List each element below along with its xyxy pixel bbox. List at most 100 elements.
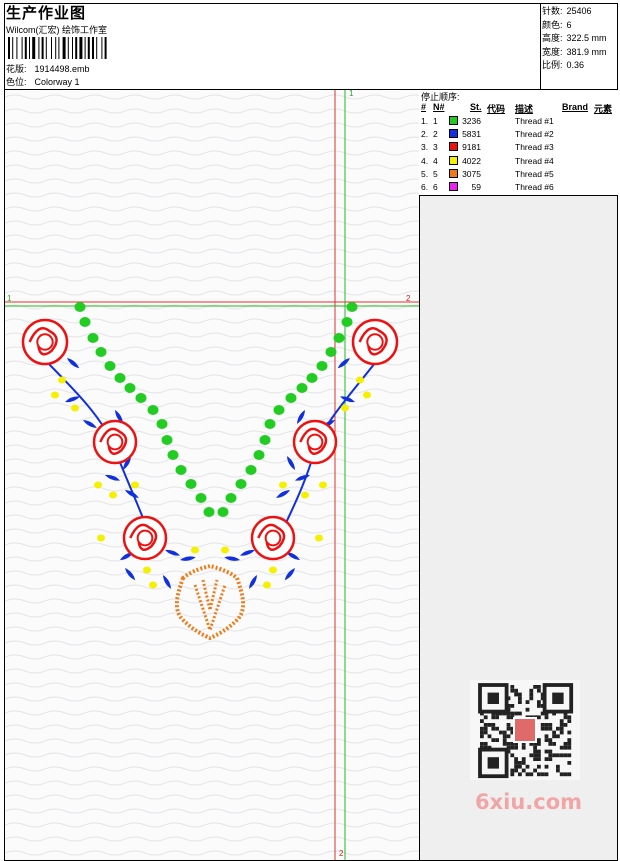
guide-label-right: 2: [406, 294, 411, 303]
green-bead: [346, 302, 358, 312]
green-bead: [259, 435, 271, 445]
green-bead: [114, 373, 126, 383]
thread-row: 4. 4 4022 Thread #4: [419, 155, 618, 168]
thread-code: 3075: [462, 168, 481, 179]
green-bead: [167, 450, 179, 460]
yellow-bud: [263, 581, 271, 589]
colorway-label: 色位:: [6, 77, 27, 87]
yellow-bud: [269, 566, 277, 574]
thread-n: 4: [433, 155, 438, 166]
yellow-bud: [143, 566, 151, 574]
colorway-row: 色位: Colorway 1: [6, 75, 80, 88]
yellow-bud: [221, 546, 229, 554]
thread-row: 5. 5 3075 Thread #5: [419, 168, 618, 181]
rose-motif: [250, 515, 296, 561]
col-num: #: [421, 102, 427, 112]
guide-label-left: 1: [7, 294, 12, 303]
green-bead: [245, 465, 257, 475]
col-desc: 描述: [515, 104, 534, 114]
thread-num: 5.: [421, 168, 429, 179]
green-bead: [264, 419, 276, 429]
stat-height: 高度: 322.5 mm: [542, 33, 607, 43]
green-bead: [306, 373, 318, 383]
green-bead: [79, 317, 91, 327]
green-bead: [175, 465, 187, 475]
thread-desc: Thread #4: [515, 155, 554, 166]
thread-n: 3: [433, 142, 438, 153]
green-bead: [156, 419, 168, 429]
yellow-bud: [315, 534, 323, 542]
green-bead: [296, 383, 308, 393]
thread-code: 9181: [462, 142, 481, 153]
col-element: 元素: [594, 104, 613, 114]
green-bead: [95, 347, 107, 357]
green-bead: [217, 507, 229, 517]
yellow-bud: [149, 581, 157, 589]
yellow-bud: [109, 491, 117, 499]
design-canvas: 1 2 1 2: [5, 90, 419, 860]
thread-color-swatch: [449, 129, 458, 139]
watermark: 6xiu.com: [475, 790, 583, 814]
yellow-bud: [319, 481, 327, 489]
thread-n: 5: [433, 168, 438, 179]
design-file-label: 花版:: [6, 64, 27, 74]
thread-num: 1.: [421, 116, 429, 126]
yellow-bud: [301, 491, 309, 499]
stat-colors: 颜色: 6: [542, 19, 572, 30]
thread-row: 1. 1 3236 Thread #1: [419, 115, 618, 128]
green-bead: [195, 493, 207, 503]
green-bead: [285, 393, 297, 403]
guide-label-top: 1: [349, 90, 354, 98]
thread-row: 6. 6 59 Thread #6: [419, 181, 618, 194]
green-bead: [235, 479, 247, 489]
thread-row: 2. 2 5831 Thread #2: [419, 128, 618, 141]
thread-desc: Thread #3: [515, 142, 554, 153]
green-bead: [104, 361, 116, 371]
design-file-value: 1914498.emb: [34, 64, 90, 74]
green-bead: [87, 333, 99, 343]
thread-row: 3. 3 9181 Thread #3: [419, 141, 618, 154]
green-bead: [333, 333, 345, 343]
yellow-bud: [97, 534, 105, 542]
barcode: [8, 37, 107, 59]
thread-desc: Thread #5: [515, 168, 554, 179]
design-stats: 针数: 25406 颜色: 6 高度: 322.5 mm 宽度: 381.9 m…: [542, 5, 607, 73]
thread-code: 5831: [462, 129, 481, 140]
thread-color-swatch: [449, 168, 458, 178]
thread-color-swatch: [449, 182, 458, 191]
yellow-bud: [341, 404, 349, 412]
software-name: Wilcom(汇宏) 绘饰工作室: [6, 25, 107, 35]
thread-num: 4.: [421, 155, 429, 166]
design-file-row: 花版: 1914498.emb: [6, 62, 90, 75]
yellow-bud: [356, 376, 364, 384]
green-bead: [316, 361, 328, 371]
green-bead: [225, 493, 237, 503]
green-bead: [203, 507, 215, 517]
thread-code: 4022: [462, 155, 481, 166]
thread-num: 6.: [421, 182, 429, 192]
green-bead: [161, 435, 173, 445]
col-st: St.: [470, 102, 482, 112]
colorway-value: Colorway 1: [34, 77, 80, 87]
stat-width: 宽度: 381.9 mm: [542, 46, 607, 57]
thread-n: 2: [433, 129, 438, 140]
thread-color-swatch: [449, 142, 458, 152]
thread-num: 3.: [421, 142, 429, 153]
embroidery-preview: 1 2 1 2: [5, 90, 419, 860]
green-bead: [74, 302, 86, 312]
green-bead: [273, 405, 285, 415]
stat-stitches: 针数: 25406: [542, 6, 592, 16]
thread-desc: Thread #2: [515, 129, 554, 140]
thread-color-swatch: [449, 116, 458, 125]
guide-label-bottom: 2: [339, 849, 344, 858]
qr-code: [470, 680, 580, 780]
thread-n: 6: [433, 182, 438, 192]
yellow-bud: [131, 481, 139, 489]
green-bead: [185, 479, 197, 489]
green-bead: [341, 317, 353, 327]
stop-sequence-table: 停止顺序: # N# St. 代码 描述 Brand 元素 1. 1 3236 Thr…: [419, 90, 618, 196]
yellow-bud: [191, 546, 199, 554]
green-bead: [124, 383, 136, 393]
thread-num: 2.: [421, 129, 429, 140]
thread-code: 59: [471, 182, 481, 192]
